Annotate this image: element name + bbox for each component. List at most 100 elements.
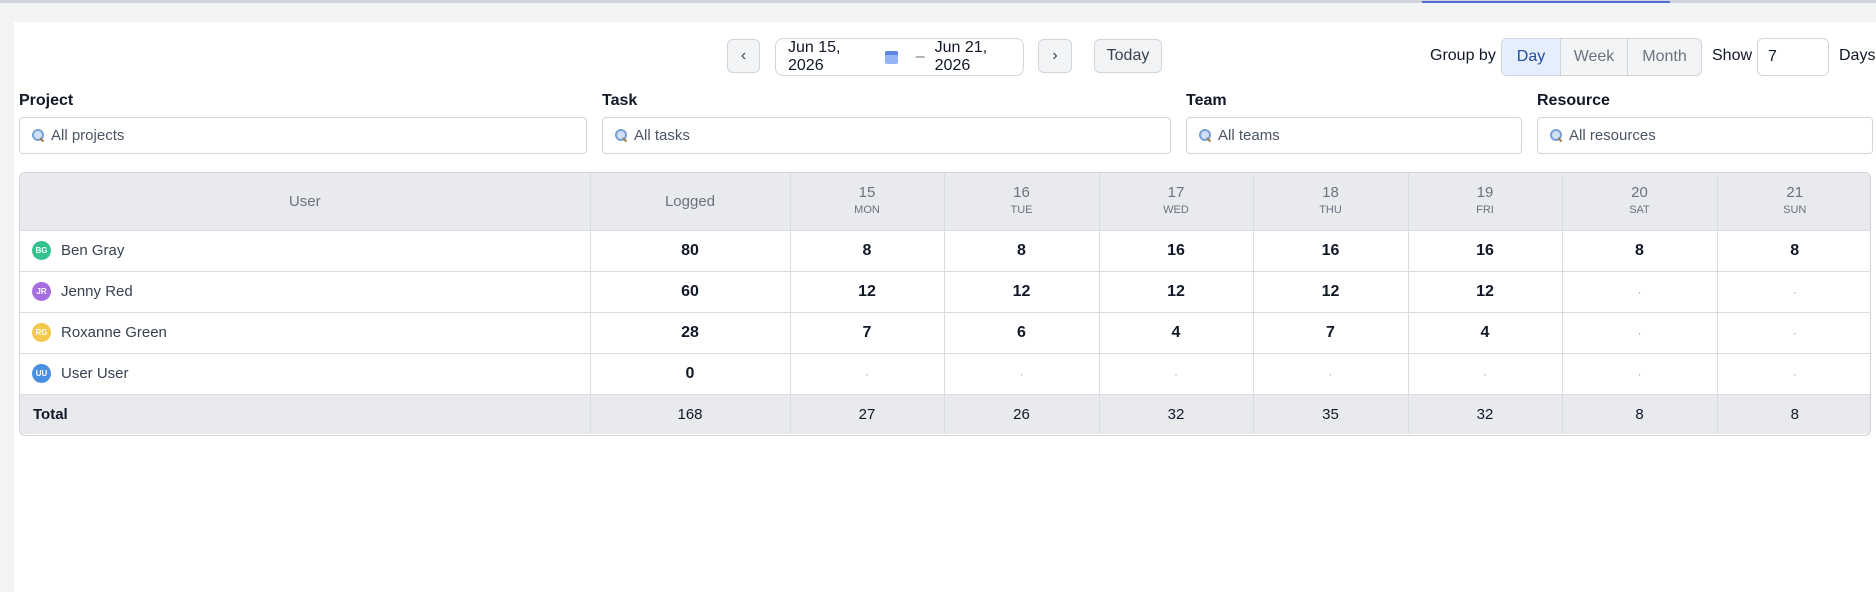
day-value: 12 xyxy=(1099,271,1254,313)
day-value: · xyxy=(1562,271,1718,313)
day-value: · xyxy=(1253,353,1409,395)
day-value: · xyxy=(1562,312,1718,354)
table-row[interactable]: RG Roxanne Green 28 7 6 4 7 4 · · xyxy=(20,312,1870,354)
day-name: MON xyxy=(854,204,880,217)
table-row[interactable]: BG Ben Gray 80 8 8 16 16 16 8 8 xyxy=(20,230,1870,272)
calendar-icon xyxy=(885,50,899,64)
today-button[interactable]: Today xyxy=(1094,39,1162,73)
search-icon xyxy=(32,129,45,142)
project-filter-placeholder: All projects xyxy=(51,127,125,144)
total-row: Total 168 27 26 32 35 32 8 8 xyxy=(20,394,1870,434)
day-number: 20 xyxy=(1631,184,1648,202)
user-cell[interactable]: JR Jenny Red xyxy=(20,271,591,313)
resource-filter-label: Resource xyxy=(1537,92,1610,109)
day-value: · xyxy=(1717,271,1870,313)
search-icon xyxy=(1550,129,1563,142)
day-value: 16 xyxy=(1253,230,1409,272)
day-value: · xyxy=(944,353,1100,395)
logged-value: 60 xyxy=(590,271,791,313)
total-day-value: 8 xyxy=(1562,394,1718,434)
total-label: Total xyxy=(20,394,591,434)
day-column-header: 18 THU xyxy=(1253,173,1409,231)
resource-filter-placeholder: All resources xyxy=(1569,127,1656,144)
project-filter-label: Project xyxy=(19,92,74,109)
day-value: 4 xyxy=(1099,312,1254,354)
day-name: WED xyxy=(1163,204,1189,217)
day-value: 4 xyxy=(1408,312,1563,354)
day-name: SUN xyxy=(1783,204,1807,217)
day-value: · xyxy=(790,353,945,395)
avatar: UU xyxy=(32,364,51,383)
day-number: 21 xyxy=(1786,184,1804,202)
day-column-header: 15 MON xyxy=(790,173,945,231)
day-number: 18 xyxy=(1322,184,1339,202)
day-value: 12 xyxy=(944,271,1100,313)
user-name: User User xyxy=(61,365,129,382)
user-cell[interactable]: BG Ben Gray xyxy=(20,230,591,272)
logged-value: 0 xyxy=(590,353,791,395)
day-value: 8 xyxy=(944,230,1100,272)
day-column-header: 17 WED xyxy=(1099,173,1254,231)
team-filter-label: Team xyxy=(1186,92,1227,109)
day-number: 16 xyxy=(1013,184,1030,202)
groupby-label: Group by xyxy=(1430,47,1496,64)
table-row[interactable]: UU User User 0 · · · · · · · xyxy=(20,353,1870,395)
day-number: 17 xyxy=(1167,184,1185,202)
toolbar: ‹ Jun 15, 2026 – Jun 21, 2026 › Today Gr… xyxy=(14,38,1876,76)
day-name: SAT xyxy=(1629,204,1650,217)
team-filter-input[interactable]: All teams xyxy=(1186,117,1522,154)
days-label: Days xyxy=(1839,47,1876,64)
day-column-header: 19 FRI xyxy=(1408,173,1563,231)
date-separator: – xyxy=(915,48,925,65)
next-week-button[interactable]: › xyxy=(1038,39,1072,73)
day-name: FRI xyxy=(1476,204,1494,217)
date-range-picker[interactable]: Jun 15, 2026 – Jun 21, 2026 xyxy=(775,38,1024,76)
day-number: 15 xyxy=(858,184,876,202)
task-filter-input[interactable]: All tasks xyxy=(602,117,1171,154)
day-column-header: 16 TUE xyxy=(944,173,1100,231)
total-day-value: 8 xyxy=(1717,394,1870,434)
groupby-week-option[interactable]: Week xyxy=(1560,39,1627,75)
search-icon xyxy=(1199,129,1212,142)
logged-column-header[interactable]: Logged xyxy=(590,173,791,231)
project-filter-input[interactable]: All projects xyxy=(19,117,587,154)
groupby-day-option[interactable]: Day xyxy=(1502,39,1560,75)
user-cell[interactable]: UU User User xyxy=(20,353,591,395)
show-days-input[interactable]: 7 xyxy=(1757,38,1829,76)
day-value: 16 xyxy=(1408,230,1563,272)
logged-value: 28 xyxy=(590,312,791,354)
day-value: 7 xyxy=(790,312,945,354)
user-info: JR Jenny Red xyxy=(32,282,590,301)
day-value: · xyxy=(1408,353,1563,395)
day-number: 19 xyxy=(1476,184,1494,202)
team-filter-placeholder: All teams xyxy=(1218,127,1280,144)
table-row[interactable]: JR Jenny Red 60 12 12 12 12 12 · · xyxy=(20,271,1870,313)
user-name: Jenny Red xyxy=(61,283,133,300)
groupby-month-option[interactable]: Month xyxy=(1627,39,1701,75)
day-value: · xyxy=(1717,312,1870,354)
logged-value: 80 xyxy=(590,230,791,272)
resource-filter-input[interactable]: All resources xyxy=(1537,117,1873,154)
total-day-value: 35 xyxy=(1253,394,1409,434)
day-value: · xyxy=(1099,353,1254,395)
user-info: BG Ben Gray xyxy=(32,241,590,260)
show-label: Show xyxy=(1712,47,1753,64)
day-value: 12 xyxy=(1253,271,1409,313)
day-value: 8 xyxy=(790,230,945,272)
avatar: BG xyxy=(32,241,51,260)
search-icon xyxy=(615,129,628,142)
total-day-value: 32 xyxy=(1408,394,1563,434)
user-cell[interactable]: RG Roxanne Green xyxy=(20,312,591,354)
user-column-header[interactable]: User xyxy=(20,173,591,231)
day-value: · xyxy=(1562,353,1718,395)
user-name: Roxanne Green xyxy=(61,324,167,341)
day-value: 8 xyxy=(1562,230,1718,272)
total-logged: 168 xyxy=(590,394,791,434)
avatar: RG xyxy=(32,323,51,342)
top-accent-bar xyxy=(1422,1,1670,3)
prev-week-button[interactable]: ‹ xyxy=(727,39,760,73)
day-column-header: 20 SAT xyxy=(1562,173,1718,231)
report-panel: ‹ Jun 15, 2026 – Jun 21, 2026 › Today Gr… xyxy=(14,22,1876,592)
total-day-value: 27 xyxy=(790,394,945,434)
timesheet-table: User Logged 15 MON 16 TUE 17 WED 18 THU 19 FR… xyxy=(19,172,1871,436)
